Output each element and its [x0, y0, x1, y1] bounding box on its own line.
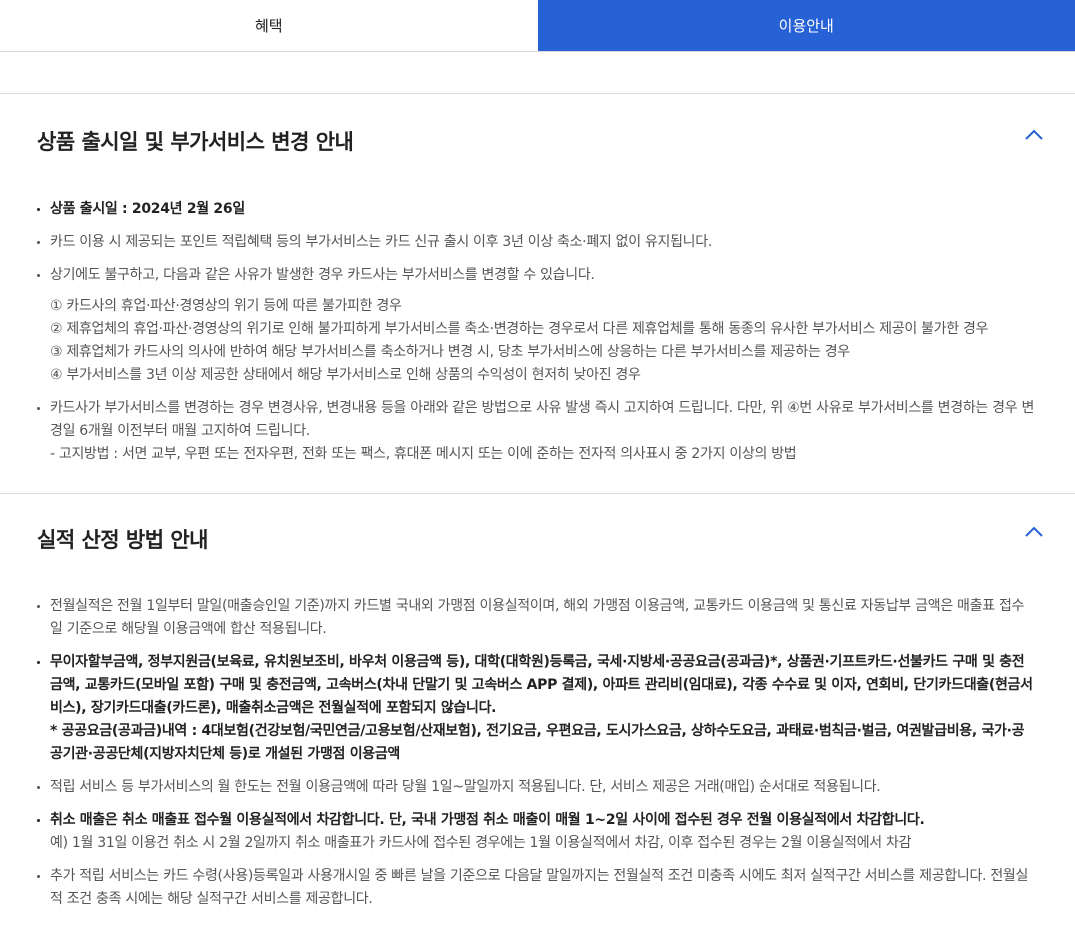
section-title: 실적 산정 방법 안내	[37, 528, 209, 552]
list-item: 카드사가 부가서비스를 변경하는 경우 변경사유, 변경내용 등을 아래와 같은…	[37, 397, 1035, 466]
example-note: 예) 1월 31일 이용건 취소 시 2월 2일까지 취소 매출표가 카드사에 …	[50, 835, 912, 851]
section-release-date: 상품 출시일 및 부가서비스 변경 안내 상품 출시일 : 2024년 2월 2…	[0, 93, 1075, 493]
sub-list: ① 카드사의 휴업·파산·경영상의 위기 등에 따른 불가피한 경우 ② 제휴업…	[50, 295, 1035, 387]
sub-item: ① 카드사의 휴업·파산·경영상의 위기 등에 따른 불가피한 경우	[50, 298, 402, 314]
section-header[interactable]: 실적 산정 방법 안내	[0, 494, 1075, 574]
section-body: 상품 출시일 : 2024년 2월 26일 카드 이용 시 제공되는 포인트 적…	[0, 184, 1075, 493]
section-performance: 실적 산정 방법 안내 전월실적은 전월 1일부터 말일(매출승인일 기준)까지…	[0, 493, 1075, 911]
tab-benefits[interactable]: 혜택	[0, 0, 538, 51]
list-item: 카드 이용 시 제공되는 포인트 적립혜택 등의 부가서비스는 카드 신규 출시…	[37, 231, 1035, 254]
list-item: 무이자할부금액, 정부지원금(보육료, 유치원보조비, 바우처 이용금액 등),…	[37, 651, 1035, 766]
sub-item: ③ 제휴업체가 카드사의 의사에 반하여 해당 부가서비스를 축소하거나 변경 …	[50, 344, 850, 360]
tab-usage-guide[interactable]: 이용안내	[537, 0, 1075, 51]
section-body: 전월실적은 전월 1일부터 말일(매출승인일 기준)까지 카드별 국내외 가맹점…	[0, 574, 1075, 911]
sub-item: ② 제휴업체의 휴업·파산·경영상의 위기로 인해 불가피하게 부가서비스를 축…	[50, 321, 989, 337]
list-item: 상품 출시일 : 2024년 2월 26일	[37, 198, 1035, 221]
list-item: 전월실적은 전월 1일부터 말일(매출승인일 기준)까지 카드별 국내외 가맹점…	[37, 595, 1035, 641]
top-spacer	[0, 52, 1075, 93]
section-title: 상품 출시일 및 부가서비스 변경 안내	[37, 130, 354, 154]
list-item: 적립 서비스 등 부가서비스의 월 한도는 전월 이용금액에 따라 당월 1일~…	[37, 776, 1035, 799]
tab-bar: 혜택 이용안내	[0, 0, 1075, 52]
chevron-up-icon[interactable]	[1023, 124, 1045, 146]
chevron-up-icon[interactable]	[1023, 521, 1045, 543]
list-item: 추가 적립 서비스는 카드 수령(사용)등록일과 사용개시일 중 빠른 날을 기…	[37, 865, 1035, 911]
list-item: 취소 매출은 취소 매출표 접수월 이용실적에서 차감합니다. 단, 국내 가맹…	[37, 809, 1035, 855]
utility-note: * 공공요금(공과금)내역 : 4대보험(건강보험/국민연금/고용보험/산재보험…	[50, 723, 1025, 762]
list-item: 상기에도 불구하고, 다음과 같은 사유가 발생한 경우 카드사는 부가서비스를…	[37, 264, 1035, 387]
sub-item: ④ 부가서비스를 3년 이상 제공한 상태에서 해당 부가서비스로 인해 상품의…	[50, 367, 641, 383]
section-header[interactable]: 상품 출시일 및 부가서비스 변경 안내	[0, 94, 1075, 184]
notice-method: - 고지방법 : 서면 교부, 우편 또는 전자우편, 전화 또는 팩스, 휴대…	[50, 446, 797, 462]
